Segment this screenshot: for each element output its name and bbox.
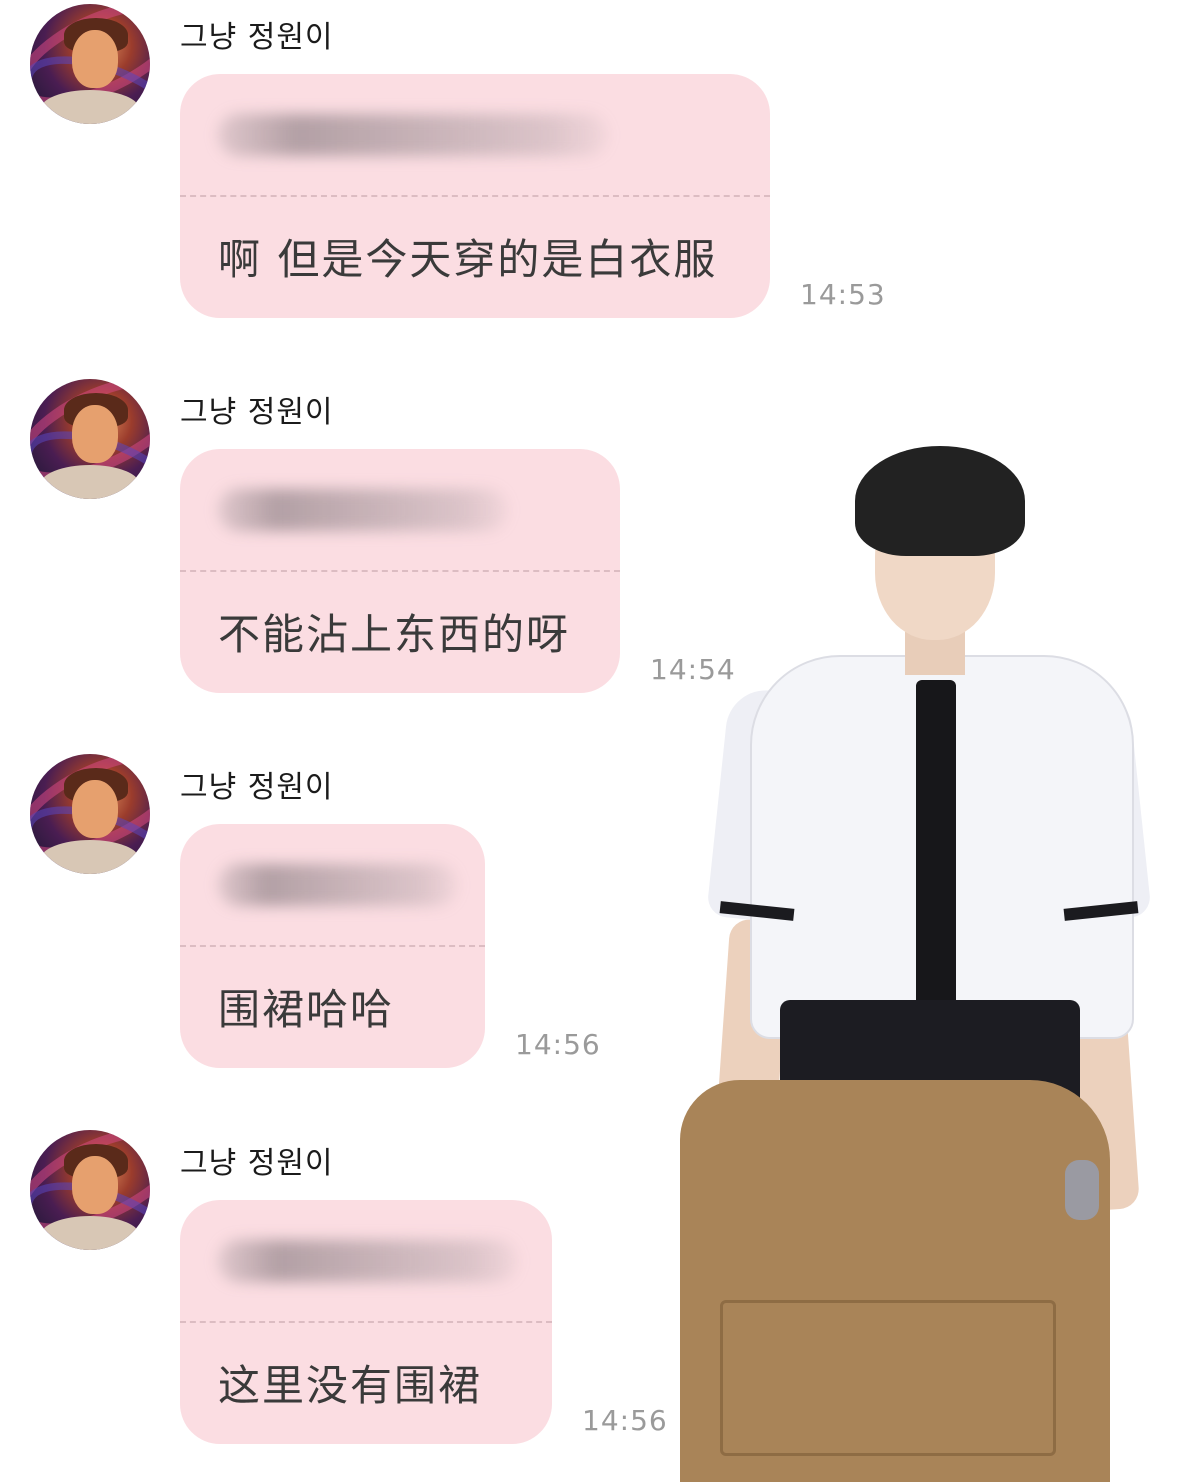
- translation-divider: [180, 945, 485, 947]
- blurred-original-text: [218, 1240, 518, 1282]
- translated-text: 啊 但是今天穿的是白衣服: [218, 235, 718, 284]
- sender-name: 그냥 정원이: [180, 395, 334, 430]
- translation-divider: [180, 1321, 552, 1323]
- message-time: 14:56: [515, 1028, 601, 1061]
- message-time: 14:53: [800, 278, 886, 311]
- blurred-original-text: [218, 114, 608, 156]
- translation-divider: [180, 570, 620, 572]
- avatar[interactable]: [30, 1130, 150, 1250]
- chat-thread: 그냥 정원이 啊 但是今天穿的是白衣服 14:53 그냥 정원이 不能沾上东西的…: [0, 0, 1179, 1482]
- translated-text: 不能沾上东西的呀: [218, 610, 571, 659]
- message-bubble[interactable]: 不能沾上东西的呀: [180, 449, 620, 693]
- translation-divider: [180, 195, 770, 197]
- message-group: 그냥 정원이 啊 但是今天穿的是白衣服 14:53: [0, 0, 900, 340]
- message-bubble[interactable]: 围裙哈哈: [180, 824, 485, 1068]
- person-photo: [660, 440, 1160, 1482]
- sender-name: 그냥 정원이: [180, 20, 334, 55]
- avatar[interactable]: [30, 379, 150, 499]
- message-time: 14:56: [582, 1404, 668, 1437]
- avatar[interactable]: [30, 754, 150, 874]
- blurred-original-text: [218, 864, 458, 906]
- avatar[interactable]: [30, 4, 150, 124]
- message-bubble[interactable]: 啊 但是今天穿的是白衣服: [180, 74, 770, 318]
- sender-name: 그냥 정원이: [180, 1146, 334, 1181]
- translated-text: 围裙哈哈: [218, 985, 395, 1034]
- translated-text: 这里没有围裙: [218, 1361, 483, 1410]
- blurred-original-text: [218, 489, 508, 531]
- message-bubble[interactable]: 这里没有围裙: [180, 1200, 552, 1444]
- sender-name: 그냥 정원이: [180, 770, 334, 805]
